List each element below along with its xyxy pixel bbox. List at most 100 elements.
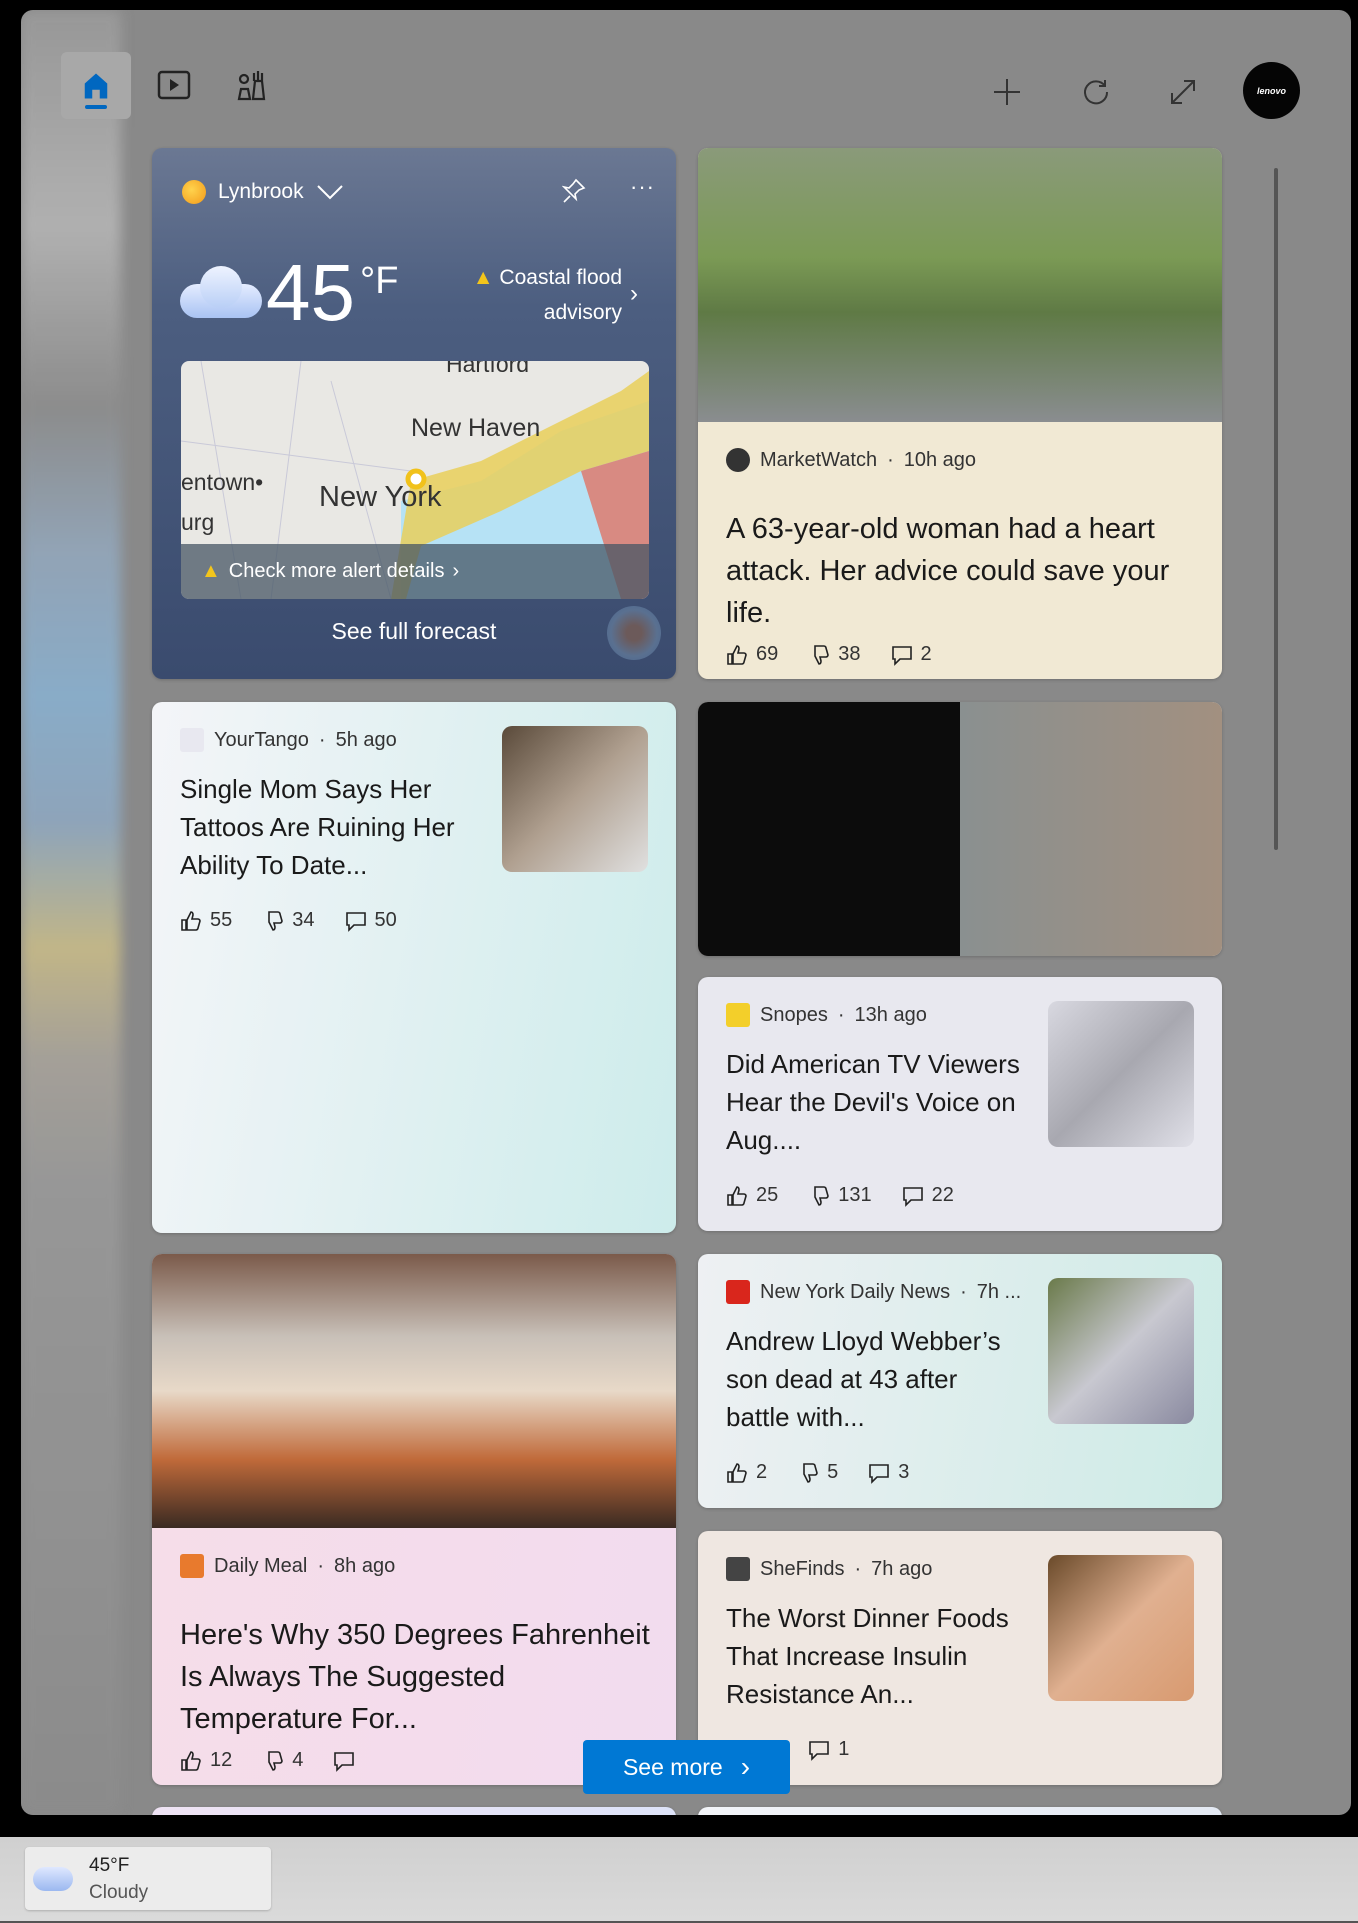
taskbar-weather-widget[interactable]: 45°F Cloudy xyxy=(25,1847,271,1910)
expand-button[interactable] xyxy=(1163,72,1203,112)
news-card[interactable]: Snopes · 13h ago Did American TV Viewers He… xyxy=(698,977,1222,1231)
weather-card[interactable]: Lynbrook ··· 45 °F ▲ Coastal flood advis… xyxy=(152,148,676,679)
article-thumbnail[interactable] xyxy=(1048,1001,1194,1147)
taskbar-condition: Cloudy xyxy=(89,1882,149,1903)
article-source[interactable]: SheFinds · 7h ago xyxy=(726,1557,932,1581)
alert-details-link[interactable]: ▲ Check more alert details › xyxy=(181,544,649,599)
comment-icon xyxy=(869,1463,890,1484)
source-name: Snopes xyxy=(760,1003,828,1026)
scrollbar[interactable] xyxy=(1274,168,1278,850)
news-card[interactable]: FOX News·17h agoOwl crashes into window … xyxy=(698,702,1222,956)
flood-warning-icon: ▲ xyxy=(201,560,221,582)
alert-link[interactable]: ▲ Coastal flood advisory xyxy=(452,260,622,330)
comment-button[interactable]: 22 xyxy=(902,1184,954,1207)
news-card-partial[interactable] xyxy=(698,1807,1222,1815)
location-selector[interactable]: Lynbrook xyxy=(182,180,344,204)
copilot-icon[interactable] xyxy=(607,606,661,660)
news-card[interactable]: New York Daily News · 7h ... Andrew Lloyd W… xyxy=(698,1254,1222,1508)
separator: · xyxy=(318,728,326,751)
publisher-logo xyxy=(726,448,750,472)
comment-icon xyxy=(334,1751,355,1772)
dislike-button[interactable]: 5 xyxy=(797,1461,838,1484)
avatar-logo: lenovo xyxy=(1256,85,1286,96)
article-thumbnail[interactable] xyxy=(502,726,648,872)
news-card[interactable]: MarketWatch · 10h ago A 63-year-old woman h… xyxy=(698,148,1222,679)
dislike-button[interactable]: 38 xyxy=(808,643,861,666)
dislike-button[interactable]: 34 xyxy=(262,909,315,932)
dislike-button[interactable]: 4 xyxy=(262,1749,303,1772)
flood-warning-icon: ▲ xyxy=(472,266,494,289)
refresh-button[interactable] xyxy=(1076,72,1116,112)
news-card[interactable]: Daily Meal · 8h ago Here's Why 350 Degrees … xyxy=(152,1254,676,1785)
more-options-icon[interactable]: ··· xyxy=(630,174,655,200)
source-name: New York Daily News xyxy=(760,1280,951,1303)
thumbs-down-icon xyxy=(814,1185,830,1206)
article-title[interactable]: Single Mom Says Her Tattoos Are Ruining … xyxy=(180,770,480,884)
tab-video[interactable] xyxy=(151,62,197,108)
cloud-icon xyxy=(33,1867,73,1891)
see-full-forecast-link[interactable]: See full forecast xyxy=(152,618,676,645)
article-source[interactable]: Snopes · 13h ago xyxy=(726,1003,927,1027)
pin-icon[interactable] xyxy=(562,178,586,204)
comment-button[interactable]: 50 xyxy=(345,909,397,932)
cloud-icon xyxy=(180,266,262,318)
avatar[interactable]: lenovo xyxy=(1243,62,1300,119)
article-thumbnail[interactable] xyxy=(1048,1555,1194,1701)
add-icon xyxy=(994,79,1020,105)
comments-count: 3 xyxy=(898,1461,910,1483)
see-more-button[interactable]: See more › xyxy=(583,1740,790,1794)
news-card[interactable]: YourTango · 5h ago Single Mom Says Her Tatt… xyxy=(152,702,676,1233)
separator: · xyxy=(854,1557,862,1580)
comment-button[interactable]: 1 xyxy=(808,1738,849,1761)
see-more-label: See more xyxy=(622,1753,723,1780)
likes-count: 69 xyxy=(756,643,779,665)
dislike-button[interactable]: 131 xyxy=(808,1184,872,1207)
map-label: New Haven xyxy=(411,414,541,442)
reactions-bar: 25 131 22 xyxy=(726,1184,954,1207)
article-source[interactable]: Daily Meal · 8h ago xyxy=(180,1554,395,1578)
thumbs-up-icon xyxy=(727,644,747,665)
article-title[interactable]: A 63-year-old woman had a heart attack. … xyxy=(726,508,1196,634)
article-title[interactable]: Andrew Lloyd Webber’s son dead at 43 aft… xyxy=(726,1322,1026,1436)
like-button[interactable]: 25 xyxy=(726,1184,778,1207)
dislikes-count: 5 xyxy=(827,1461,839,1483)
article-title[interactable]: The Worst Dinner Foods That Increase Ins… xyxy=(726,1599,1026,1713)
add-widget-button[interactable] xyxy=(987,72,1027,112)
separator: · xyxy=(887,448,894,471)
likes-count: 25 xyxy=(756,1184,779,1206)
like-button[interactable]: 69 xyxy=(726,643,778,666)
chevron-right-icon: › xyxy=(740,1751,751,1782)
comment-button[interactable] xyxy=(333,1750,363,1772)
like-button[interactable]: 12 xyxy=(180,1749,232,1772)
expand-icon xyxy=(1171,80,1195,104)
tab-games[interactable] xyxy=(228,62,274,108)
comments-count: 22 xyxy=(931,1184,954,1206)
dislikes-count: 131 xyxy=(838,1184,872,1206)
weather-map[interactable]: Hartford New Haven entown• New York urg … xyxy=(181,361,649,599)
like-button[interactable]: 2 xyxy=(726,1461,767,1484)
refresh-icon xyxy=(1084,80,1109,105)
temperature: 45 xyxy=(266,248,355,337)
taskbar-temp: 45°F xyxy=(89,1855,130,1876)
forecast-text: See full forecast xyxy=(331,618,497,644)
comment-button[interactable]: 3 xyxy=(868,1461,909,1484)
publish-time: 5h ago xyxy=(335,728,397,751)
source-name: Daily Meal xyxy=(214,1554,308,1577)
article-title[interactable]: Here's Why 350 Degrees Fahrenheit Is Alw… xyxy=(180,1614,650,1740)
article-thumbnail[interactable] xyxy=(1048,1278,1194,1424)
thumbs-down-icon xyxy=(268,1750,284,1771)
like-button[interactable]: 55 xyxy=(180,909,232,932)
tab-home[interactable] xyxy=(61,52,131,119)
article-source[interactable]: New York Daily News · 7h ... xyxy=(726,1280,1021,1304)
article-title[interactable]: Did American TV Viewers Hear the Devil's… xyxy=(726,1045,1026,1159)
article-image[interactable] xyxy=(698,702,1222,956)
comment-button[interactable]: 2 xyxy=(891,643,932,666)
article-source[interactable]: YourTango · 5h ago xyxy=(180,728,397,752)
likes-count: 12 xyxy=(210,1749,233,1771)
comment-icon xyxy=(345,911,366,932)
article-source[interactable]: MarketWatch · 10h ago xyxy=(726,448,976,472)
article-image[interactable] xyxy=(698,148,1222,422)
widgets-panel: lenovo Lynbrook ··· 45 °F ▲ Coastal floo… xyxy=(21,10,1351,1815)
article-image[interactable] xyxy=(152,1254,676,1528)
news-card-partial[interactable] xyxy=(152,1807,676,1815)
